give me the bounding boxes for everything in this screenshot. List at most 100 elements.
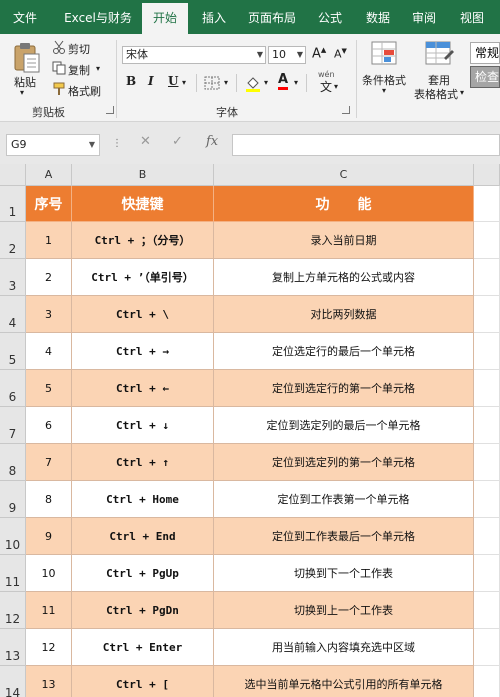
row-header[interactable]: 2 xyxy=(0,222,26,259)
insert-function-button[interactable]: fx xyxy=(206,134,218,149)
empty-cell[interactable] xyxy=(474,666,500,697)
column-header-a[interactable]: A xyxy=(26,164,72,186)
empty-cell[interactable] xyxy=(474,407,500,444)
cell-number[interactable]: 13 xyxy=(26,666,72,697)
empty-cell[interactable] xyxy=(474,444,500,481)
underline-dropdown-icon[interactable]: ▾ xyxy=(182,78,186,87)
tab-page-layout[interactable]: 页面布局 xyxy=(242,0,302,34)
cell-number[interactable]: 2 xyxy=(26,259,72,296)
cell-shortcut[interactable]: Ctrl + ↓ xyxy=(72,407,214,444)
row-header[interactable]: 9 xyxy=(0,481,26,518)
cell-number[interactable]: 5 xyxy=(26,370,72,407)
conditional-dropdown-icon[interactable]: ▾ xyxy=(382,86,386,95)
increase-font-icon[interactable]: A▲ xyxy=(312,46,326,61)
cell-number[interactable]: 4 xyxy=(26,333,72,370)
empty-cell[interactable] xyxy=(474,481,500,518)
cell-shortcut[interactable]: Ctrl + End xyxy=(72,518,214,555)
font-launcher-icon[interactable] xyxy=(342,106,350,114)
format-painter-icon[interactable] xyxy=(52,82,66,96)
cell-shortcut[interactable]: Ctrl + → xyxy=(72,333,214,370)
empty-cell[interactable] xyxy=(474,259,500,296)
cell-style-normal[interactable]: 常规 xyxy=(470,42,500,64)
cell-number[interactable]: 9 xyxy=(26,518,72,555)
cell-function[interactable]: 定位到工作表最后一个单元格 xyxy=(214,518,474,555)
cell-function[interactable]: 切换到上一个工作表 xyxy=(214,592,474,629)
fill-color-icon[interactable] xyxy=(244,74,262,92)
paste-icon[interactable] xyxy=(12,40,42,74)
table-format-button[interactable]: 表格格式 xyxy=(414,86,458,102)
font-size-box[interactable]: 10 ▼ xyxy=(268,46,306,64)
row-header[interactable]: 1 xyxy=(0,186,26,222)
cell-shortcut[interactable]: Ctrl + Home xyxy=(72,481,214,518)
cell-function[interactable]: 定位到选定列的最后一个单元格 xyxy=(214,407,474,444)
formula-input[interactable] xyxy=(232,134,500,156)
row-header[interactable]: 8 xyxy=(0,444,26,481)
tab-excel-finance[interactable]: Excel与财务 xyxy=(58,0,138,34)
row-header[interactable]: 3 xyxy=(0,259,26,296)
tab-home[interactable]: 开始 xyxy=(142,3,188,34)
borders-icon[interactable] xyxy=(204,76,220,90)
cell-function[interactable]: 对比两列数据 xyxy=(214,296,474,333)
cut-button[interactable]: 剪切 xyxy=(68,41,90,57)
italic-button[interactable]: I xyxy=(148,74,154,88)
cell-function[interactable]: 选中当前单元格中公式引用的所有单元格 xyxy=(214,666,474,697)
clipboard-launcher-icon[interactable] xyxy=(106,106,114,114)
cell-number[interactable]: 10 xyxy=(26,555,72,592)
cell-shortcut[interactable]: Ctrl + [ xyxy=(72,666,214,697)
tab-view[interactable]: 视图 xyxy=(452,0,492,34)
font-name-box[interactable]: 宋体 ▼ xyxy=(122,46,266,64)
row-header[interactable]: 10 xyxy=(0,518,26,555)
paste-button[interactable]: 粘贴 xyxy=(14,74,36,90)
tab-formulas[interactable]: 公式 xyxy=(310,0,350,34)
cell-shortcut[interactable]: Ctrl + ；（分号） xyxy=(72,222,214,259)
cell-number[interactable]: 11 xyxy=(26,592,72,629)
decrease-font-icon[interactable]: A▼ xyxy=(334,47,347,61)
column-header-c[interactable]: C xyxy=(214,164,474,186)
copy-icon[interactable] xyxy=(52,61,66,75)
cell-number[interactable]: 1 xyxy=(26,222,72,259)
cell-number[interactable]: 7 xyxy=(26,444,72,481)
row-header[interactable]: 7 xyxy=(0,407,26,444)
row-header[interactable]: 11 xyxy=(0,555,26,592)
bold-button[interactable]: B xyxy=(126,74,136,88)
row-header[interactable]: 4 xyxy=(0,296,26,333)
copy-button[interactable]: 复制 xyxy=(68,62,90,78)
empty-cell[interactable] xyxy=(474,518,500,555)
font-color-dropdown-icon[interactable]: ▾ xyxy=(294,78,298,87)
cell-function[interactable]: 切换到下一个工作表 xyxy=(214,555,474,592)
cell-number[interactable]: 6 xyxy=(26,407,72,444)
name-box[interactable]: G9 ▼ xyxy=(6,134,100,156)
cell-number[interactable]: 12 xyxy=(26,629,72,666)
phonetic-guide-icon[interactable]: 文 xyxy=(320,78,332,95)
cell-function[interactable]: 定位选定行的最后一个单元格 xyxy=(214,333,474,370)
tab-review[interactable]: 审阅 xyxy=(404,0,444,34)
cell-number[interactable]: 8 xyxy=(26,481,72,518)
cell-function[interactable]: 复制上方单元格的公式或内容 xyxy=(214,259,474,296)
cut-icon[interactable] xyxy=(52,40,66,54)
table-format-dropdown-icon[interactable]: ▾ xyxy=(460,88,464,97)
cell-number[interactable]: 3 xyxy=(26,296,72,333)
cell-function[interactable]: 录入当前日期 xyxy=(214,222,474,259)
copy-dropdown-icon[interactable]: ▾ xyxy=(96,64,100,73)
row-header[interactable]: 6 xyxy=(0,370,26,407)
cancel-icon[interactable]: ✕ xyxy=(140,134,151,149)
font-color-icon[interactable]: A xyxy=(278,72,289,90)
cell-shortcut[interactable]: Ctrl + PgUp xyxy=(72,555,214,592)
empty-cell[interactable] xyxy=(474,333,500,370)
underline-button[interactable]: U xyxy=(168,74,178,88)
phonetic-dropdown-icon[interactable]: ▾ xyxy=(334,82,338,91)
empty-cell[interactable] xyxy=(474,592,500,629)
cell-shortcut[interactable]: Ctrl + PgDn xyxy=(72,592,214,629)
row-header[interactable]: 13 xyxy=(0,629,26,666)
header-cell-function[interactable]: 功 能 xyxy=(214,186,474,222)
header-cell-shortcut[interactable]: 快捷键 xyxy=(72,186,214,222)
cell-shortcut[interactable]: Ctrl + ↑ xyxy=(72,444,214,481)
chevron-down-icon[interactable]: ▼ xyxy=(257,47,263,63)
borders-dropdown-icon[interactable]: ▾ xyxy=(224,78,228,87)
row-header[interactable]: 12 xyxy=(0,592,26,629)
select-all-corner[interactable] xyxy=(0,164,26,186)
cell-shortcut[interactable]: Ctrl + ← xyxy=(72,370,214,407)
cell-shortcut[interactable]: Ctrl + ’（单引号） xyxy=(72,259,214,296)
row-header[interactable]: 14 xyxy=(0,666,26,697)
conditional-format-icon[interactable] xyxy=(370,40,400,68)
